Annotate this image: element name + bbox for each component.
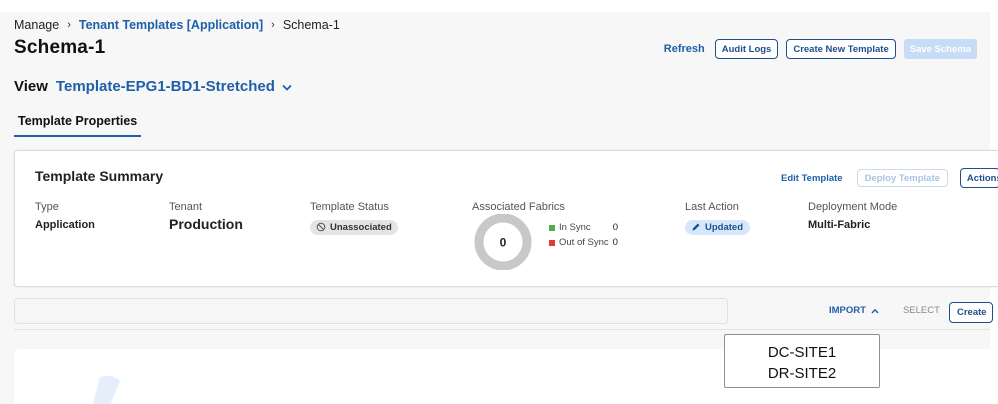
- create-button[interactable]: Create: [949, 302, 993, 323]
- deployment-mode-field: Deployment Mode Multi-Fabric: [808, 201, 897, 231]
- status-badge-text: Unassociated: [330, 221, 392, 233]
- tab-bar: Template Properties: [14, 112, 142, 137]
- template-status-field: Template Status Unassociated: [310, 201, 398, 237]
- pencil-icon: [692, 223, 700, 231]
- popup-item-dr-site2[interactable]: DR-SITE2: [725, 363, 879, 384]
- out-of-sync-count: 0: [612, 237, 618, 248]
- deployment-mode-label: Deployment Mode: [808, 201, 898, 213]
- associated-fabrics-label: Associated Fabrics: [472, 201, 565, 213]
- last-action-field: Last Action Updated: [685, 201, 750, 237]
- in-sync-count: 0: [612, 222, 618, 233]
- tab-template-properties[interactable]: Template Properties: [14, 114, 142, 137]
- type-label: Type: [35, 201, 59, 213]
- out-of-sync-label: Out of Sync: [559, 237, 609, 248]
- tenant-value: Production: [169, 216, 243, 232]
- breadcrumb-parent-link[interactable]: Tenant Templates [Application]: [79, 18, 263, 32]
- import-button[interactable]: IMPORT: [829, 305, 879, 316]
- refresh-button[interactable]: Refresh: [662, 43, 707, 55]
- out-of-sync-swatch: [549, 239, 555, 246]
- tenant-label: Tenant: [169, 201, 203, 213]
- view-label: View: [14, 78, 48, 95]
- decorative-shape-icon: [92, 375, 120, 404]
- in-sync-label: In Sync: [559, 222, 591, 233]
- import-label: IMPORT: [829, 305, 866, 316]
- header-actions: Refresh Audit Logs Create New Template S…: [662, 39, 977, 59]
- template-status-label: Template Status: [310, 201, 389, 213]
- last-action-text: Updated: [705, 221, 743, 233]
- legend-out-of-sync: Out of Sync 0: [549, 235, 618, 250]
- import-site-popup: DC-SITE1 DR-SITE2: [724, 334, 880, 388]
- legend-in-sync: In Sync 0: [549, 220, 618, 235]
- template-summary-title: Template Summary: [35, 168, 164, 184]
- fabric-sync-legend: In Sync 0 Out of Sync 0: [549, 220, 618, 250]
- associated-fabrics-donut: 0: [474, 214, 532, 270]
- view-selector[interactable]: View Template-EPG1-BD1-Stretched: [14, 78, 292, 95]
- summary-actions: Edit Template Deploy Template Actions: [779, 168, 998, 188]
- select-label[interactable]: SELECT: [903, 305, 940, 316]
- in-sync-swatch: [549, 224, 555, 231]
- popup-item-dc-site1[interactable]: DC-SITE1: [725, 342, 879, 363]
- last-action-badge: Updated: [685, 219, 750, 235]
- chevron-down-icon[interactable]: [282, 78, 292, 95]
- view-dropdown-value[interactable]: Template-EPG1-BD1-Stretched: [56, 78, 275, 95]
- template-summary-card: Template Summary Edit Template Deploy Te…: [14, 150, 998, 287]
- status-badge: Unassociated: [310, 219, 398, 235]
- tenant-field: Tenant Production: [169, 201, 243, 232]
- page: Manage › Tenant Templates [Application] …: [0, 0, 998, 404]
- filter-bar[interactable]: [14, 298, 728, 324]
- section-divider: [14, 329, 990, 330]
- actions-button[interactable]: Actions: [959, 168, 998, 188]
- save-schema-button[interactable]: Save Schema: [903, 39, 977, 59]
- create-new-template-button[interactable]: Create New Template: [786, 39, 896, 59]
- chevron-up-icon: [871, 308, 879, 313]
- audit-logs-button[interactable]: Audit Logs: [714, 39, 779, 59]
- type-value: Application: [35, 219, 95, 231]
- page-title: Schema-1: [14, 37, 106, 58]
- last-action-label: Last Action: [685, 201, 739, 213]
- chevron-right-icon: ›: [271, 19, 275, 31]
- chevron-right-icon: ›: [67, 19, 71, 31]
- deploy-template-button[interactable]: Deploy Template: [856, 169, 948, 187]
- type-field: Type Application: [35, 201, 95, 231]
- breadcrumb-current: Schema-1: [282, 18, 340, 32]
- deployment-mode-value: Multi-Fabric: [808, 219, 871, 231]
- breadcrumb-root[interactable]: Manage: [14, 18, 59, 32]
- donut-total: 0: [500, 236, 507, 250]
- breadcrumb: Manage › Tenant Templates [Application] …: [14, 18, 340, 32]
- edit-template-button[interactable]: Edit Template: [779, 173, 845, 184]
- circle-slash-icon: [316, 222, 326, 232]
- toolbar-actions: IMPORT SELECT: [829, 305, 940, 316]
